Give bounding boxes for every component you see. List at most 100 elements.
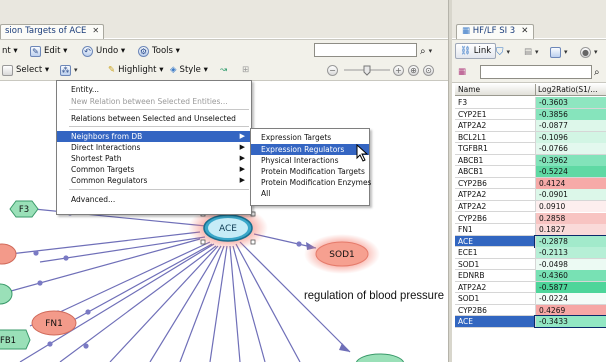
table-row[interactable]: ECE1 -0.2113 bbox=[455, 247, 606, 259]
table-row[interactable]: CYP2E1 -0.3856 bbox=[455, 108, 606, 121]
gene-name-cell[interactable]: FN1 bbox=[458, 225, 530, 234]
submenu-item-physical-interactions[interactable]: Physical Interactions bbox=[251, 155, 369, 166]
table-row[interactable]: F3 -0.3603 bbox=[455, 97, 606, 109]
node-partial-green[interactable] bbox=[0, 283, 13, 305]
menu-item-shortest-path[interactable]: Shortest Path ▶ bbox=[57, 153, 251, 164]
edge[interactable] bbox=[235, 243, 301, 362]
link-button[interactable]: ⛓ Link bbox=[455, 43, 497, 59]
highlight-menu-button[interactable]: ✎ Highlight ▾ bbox=[108, 63, 163, 77]
edge[interactable] bbox=[59, 245, 217, 362]
log2ratio-cell[interactable]: -0.2878 bbox=[534, 234, 606, 248]
table-row[interactable]: ATP2A2 -0.5877 bbox=[455, 281, 606, 294]
search-input[interactable] bbox=[314, 43, 417, 57]
log2ratio-cell[interactable]: 0.0910 bbox=[535, 200, 606, 212]
menu-item-entity[interactable]: Entity... bbox=[57, 84, 251, 95]
log2ratio-cell[interactable]: -0.1096 bbox=[535, 131, 606, 143]
submenu-item-expression-targets[interactable]: Expression Targets bbox=[251, 132, 369, 143]
gene-name-cell[interactable]: CYP2B6 bbox=[458, 214, 530, 223]
submenu-item-protein-modification-enzymes[interactable]: Protein Modification Enzymes bbox=[251, 177, 371, 188]
submenu-item-all[interactable]: All bbox=[251, 188, 369, 199]
gene-name-cell[interactable]: ATP2A2 bbox=[458, 202, 530, 211]
table-row[interactable]: ABCB1 -0.3962 bbox=[455, 154, 606, 167]
log2ratio-cell[interactable]: -0.0224 bbox=[535, 293, 606, 305]
log2ratio-cell[interactable]: -0.2113 bbox=[535, 247, 606, 259]
zoom-in-button[interactable]: + bbox=[393, 63, 404, 77]
zoom-slider[interactable] bbox=[342, 63, 392, 77]
menu-item-advanced[interactable]: Advanced... bbox=[57, 194, 251, 205]
log2ratio-cell[interactable]: -0.3433 bbox=[534, 315, 606, 329]
log2ratio-cell[interactable]: -0.3603 bbox=[535, 97, 606, 108]
column-header-name[interactable]: Name bbox=[458, 85, 480, 94]
table-row[interactable]: ATP2A2 0.0910 bbox=[455, 200, 606, 213]
node-partial-green-bottom[interactable] bbox=[355, 353, 405, 362]
log2ratio-cell[interactable]: -0.5877 bbox=[535, 281, 606, 293]
gene-name-cell[interactable]: TGFBR1 bbox=[458, 144, 530, 153]
menu-item-direct-interactions[interactable]: Direct Interactions ▶ bbox=[57, 142, 251, 153]
gene-name-cell[interactable]: ACE bbox=[458, 237, 530, 246]
zoom-reset-button[interactable]: ⊙ bbox=[423, 63, 434, 77]
zoom-fit-button[interactable]: ⊕ bbox=[408, 63, 419, 77]
gene-name-cell[interactable]: BCL2L1 bbox=[458, 133, 530, 142]
log2ratio-cell[interactable]: -0.3856 bbox=[535, 108, 606, 120]
menu-item-relations-between[interactable]: Relations between Selected and Unselecte… bbox=[57, 113, 251, 124]
log2ratio-cell[interactable]: 0.4124 bbox=[535, 177, 606, 189]
table-row[interactable]: EDNRB -0.4360 bbox=[455, 270, 606, 282]
gene-name-cell[interactable]: ATP2A2 bbox=[458, 121, 530, 130]
edge[interactable] bbox=[232, 245, 266, 362]
zoom-slider-track[interactable] bbox=[342, 64, 392, 76]
print-button[interactable]: nt ▾ bbox=[2, 44, 18, 58]
gene-name-cell[interactable]: ATP2A2 bbox=[458, 283, 530, 292]
gene-name-cell[interactable]: F3 bbox=[458, 98, 530, 107]
gene-name-cell[interactable]: CYP2E1 bbox=[458, 110, 530, 119]
submenu-item-expression-regulators[interactable]: Expression Regulators bbox=[251, 144, 369, 155]
table-row[interactable]: ACE -0.3433 bbox=[455, 315, 606, 329]
gene-name-cell[interactable]: ECE1 bbox=[458, 248, 530, 257]
log2ratio-cell[interactable]: -0.4360 bbox=[535, 270, 606, 282]
node-partial-red[interactable] bbox=[0, 243, 17, 265]
style-menu-button[interactable]: ◈ Style ▾ bbox=[170, 63, 208, 77]
log2ratio-cell[interactable]: -0.0498 bbox=[535, 258, 606, 270]
gene-name-cell[interactable]: EDNRB bbox=[458, 271, 530, 280]
gene-name-cell[interactable]: SOD1 bbox=[458, 294, 530, 303]
gene-name-cell[interactable]: ATP2A2 bbox=[458, 190, 530, 199]
table-row[interactable]: TGFBR1 -0.0766 bbox=[455, 143, 606, 155]
table-row[interactable]: ATP2A2 -0.0901 bbox=[455, 189, 606, 201]
grid-button[interactable]: ⊞ bbox=[242, 63, 249, 77]
log2ratio-cell[interactable]: -0.5224 bbox=[535, 166, 606, 178]
table-row[interactable]: SOD1 -0.0498 bbox=[455, 258, 606, 271]
zoom-out-button[interactable]: − bbox=[327, 63, 338, 77]
log2ratio-cell[interactable]: -0.0877 bbox=[535, 120, 606, 132]
view-button[interactable]: ▾ bbox=[550, 45, 568, 59]
menu-item-neighbors-from-db[interactable]: Neighbors from DB ▶ bbox=[57, 131, 251, 142]
edge[interactable] bbox=[209, 245, 228, 362]
table-row[interactable]: ACE -0.2878 bbox=[455, 234, 606, 248]
table-row[interactable]: CYP2B6 0.4124 bbox=[455, 177, 606, 190]
data-search-input[interactable] bbox=[480, 65, 592, 79]
edit-menu-button[interactable]: ✎ Edit ▾ bbox=[30, 44, 67, 58]
gene-name-cell[interactable]: SOD1 bbox=[458, 260, 530, 269]
options-button[interactable]: ● ▾ bbox=[580, 45, 598, 59]
gene-name-cell[interactable]: CYP2B6 bbox=[458, 306, 530, 315]
data-search-button[interactable]: ⌕ bbox=[594, 65, 600, 79]
dataset-tab[interactable]: ▦ HF/LF SI 3 ✕ bbox=[456, 24, 535, 39]
gene-name-cell[interactable]: ABCB1 bbox=[458, 167, 530, 176]
edge[interactable] bbox=[229, 245, 241, 362]
menu-item-common-regulators[interactable]: Common Regulators ▶ bbox=[57, 175, 251, 186]
log2ratio-cell[interactable]: -0.0901 bbox=[535, 189, 606, 201]
columns-button[interactable]: ▤ ▾ bbox=[524, 45, 539, 59]
edge[interactable] bbox=[9, 231, 201, 255]
submenu-item-protein-modification-targets[interactable]: Protein Modification Targets bbox=[251, 166, 369, 177]
edge[interactable] bbox=[149, 245, 222, 362]
table-row[interactable]: ABCB1 -0.5224 bbox=[455, 166, 606, 178]
close-tab-icon[interactable]: ✕ bbox=[92, 26, 99, 35]
layout-button[interactable]: ↝ bbox=[220, 63, 227, 77]
log2ratio-cell[interactable]: -0.0766 bbox=[535, 143, 606, 155]
log2ratio-cell[interactable]: -0.3962 bbox=[535, 154, 606, 166]
table-view-button[interactable]: ▦ bbox=[458, 65, 466, 79]
select-menu-button[interactable]: Select ▾ bbox=[2, 63, 49, 77]
tools-menu-button[interactable]: ⚙ Tools ▾ bbox=[138, 44, 180, 58]
log2ratio-cell[interactable]: 0.2858 bbox=[535, 212, 606, 224]
table-row[interactable]: BCL2L1 -0.1096 bbox=[455, 131, 606, 144]
log2ratio-cell[interactable]: 0.1827 bbox=[535, 224, 606, 236]
close-tab-icon[interactable]: ✕ bbox=[521, 26, 528, 36]
